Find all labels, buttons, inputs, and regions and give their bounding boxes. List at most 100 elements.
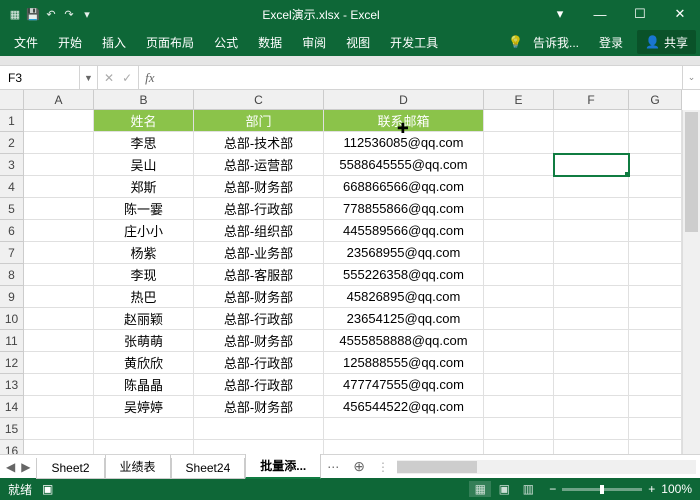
cell-F16[interactable] xyxy=(554,440,629,454)
cell-F11[interactable] xyxy=(554,330,629,352)
cell-A4[interactable] xyxy=(24,176,94,198)
zoom-slider[interactable] xyxy=(562,488,642,491)
ribbon-tab-4[interactable]: 公式 xyxy=(204,28,248,56)
cell-D8[interactable]: 555226358@qq.com xyxy=(324,264,484,286)
cell-A12[interactable] xyxy=(24,352,94,374)
cell-E11[interactable] xyxy=(484,330,554,352)
cell-B9[interactable]: 热巴 xyxy=(94,286,194,308)
ribbon-tab-0[interactable]: 文件 xyxy=(4,28,48,56)
sheet-tab-2[interactable]: Sheet24 xyxy=(171,458,246,479)
cell-E12[interactable] xyxy=(484,352,554,374)
sheet-more-icon[interactable]: ⋯ xyxy=(321,460,345,474)
sheet-nav-next-icon[interactable]: ▶ xyxy=(21,460,30,474)
cell-A8[interactable] xyxy=(24,264,94,286)
row-header-9[interactable]: 9 xyxy=(0,286,24,308)
sheet-tab-3[interactable]: 批量添... xyxy=(245,454,321,479)
cell-C13[interactable]: 总部-行政部 xyxy=(194,374,324,396)
cell-C11[interactable]: 总部-财务部 xyxy=(194,330,324,352)
cell-F9[interactable] xyxy=(554,286,629,308)
cell-E1[interactable] xyxy=(484,110,554,132)
horizontal-scrollbar[interactable] xyxy=(397,460,696,474)
cell-D16[interactable] xyxy=(324,440,484,454)
cell-D2[interactable]: 112536085@qq.com xyxy=(324,132,484,154)
col-header-D[interactable]: D xyxy=(324,90,484,110)
cell-F10[interactable] xyxy=(554,308,629,330)
cell-G4[interactable] xyxy=(629,176,682,198)
cell-F6[interactable] xyxy=(554,220,629,242)
cell-D14[interactable]: 456544522@qq.com xyxy=(324,396,484,418)
cell-D11[interactable]: 4555858888@qq.com xyxy=(324,330,484,352)
cell-A7[interactable] xyxy=(24,242,94,264)
minimize-button[interactable]: — xyxy=(580,0,620,28)
cell-E9[interactable] xyxy=(484,286,554,308)
cell-B10[interactable]: 赵丽颖 xyxy=(94,308,194,330)
row-header-15[interactable]: 15 xyxy=(0,418,24,440)
cell-B8[interactable]: 李现 xyxy=(94,264,194,286)
row-header-1[interactable]: 1 xyxy=(0,110,24,132)
cell-G16[interactable] xyxy=(629,440,682,454)
cell-G6[interactable] xyxy=(629,220,682,242)
cell-E6[interactable] xyxy=(484,220,554,242)
cell-D12[interactable]: 125888555@qq.com xyxy=(324,352,484,374)
cell-F8[interactable] xyxy=(554,264,629,286)
row-header-16[interactable]: 16 xyxy=(0,440,24,454)
row-header-13[interactable]: 13 xyxy=(0,374,24,396)
ribbon-tab-7[interactable]: 视图 xyxy=(336,28,380,56)
row-header-4[interactable]: 4 xyxy=(0,176,24,198)
cell-C2[interactable]: 总部-技术部 xyxy=(194,132,324,154)
cell-B3[interactable]: 吴山 xyxy=(94,154,194,176)
view-page-layout-button[interactable]: ▣ xyxy=(493,481,515,497)
row-header-11[interactable]: 11 xyxy=(0,330,24,352)
cell-G12[interactable] xyxy=(629,352,682,374)
col-header-C[interactable]: C xyxy=(194,90,324,110)
cell-A13[interactable] xyxy=(24,374,94,396)
zoom-in-button[interactable]: + xyxy=(648,482,655,496)
vertical-scroll-thumb[interactable] xyxy=(685,112,698,232)
save-icon[interactable]: 💾 xyxy=(26,7,40,21)
spreadsheet-grid[interactable]: ABCDEFG 12345678910111213141516 姓名部门联系邮箱… xyxy=(0,90,700,454)
cell-D9[interactable]: 45826895@qq.com xyxy=(324,286,484,308)
qat-customize-icon[interactable]: ▾ xyxy=(80,7,94,21)
cell-E8[interactable] xyxy=(484,264,554,286)
cell-E10[interactable] xyxy=(484,308,554,330)
row-header-3[interactable]: 3 xyxy=(0,154,24,176)
cell-A1[interactable] xyxy=(24,110,94,132)
formula-input[interactable] xyxy=(161,66,682,89)
cell-D13[interactable]: 477747555@qq.com xyxy=(324,374,484,396)
cell-B12[interactable]: 黄欣欣 xyxy=(94,352,194,374)
cell-G2[interactable] xyxy=(629,132,682,154)
row-header-8[interactable]: 8 xyxy=(0,264,24,286)
cell-G14[interactable] xyxy=(629,396,682,418)
cell-E15[interactable] xyxy=(484,418,554,440)
tell-me[interactable]: 告诉我... xyxy=(523,28,589,56)
ribbon-options-icon[interactable]: ▾ xyxy=(540,0,580,28)
cell-A6[interactable] xyxy=(24,220,94,242)
cell-A10[interactable] xyxy=(24,308,94,330)
zoom-level[interactable]: 100% xyxy=(661,482,692,496)
cell-B13[interactable]: 陈晶晶 xyxy=(94,374,194,396)
cell-E13[interactable] xyxy=(484,374,554,396)
cell-A11[interactable] xyxy=(24,330,94,352)
col-header-F[interactable]: F xyxy=(554,90,629,110)
fx-button[interactable]: fx xyxy=(139,70,160,86)
cell-F1[interactable] xyxy=(554,110,629,132)
view-normal-button[interactable]: ▦ xyxy=(469,481,491,497)
cell-A15[interactable] xyxy=(24,418,94,440)
cell-C5[interactable]: 总部-行政部 xyxy=(194,198,324,220)
row-header-14[interactable]: 14 xyxy=(0,396,24,418)
row-header-6[interactable]: 6 xyxy=(0,220,24,242)
cell-E3[interactable] xyxy=(484,154,554,176)
col-header-E[interactable]: E xyxy=(484,90,554,110)
row-header-10[interactable]: 10 xyxy=(0,308,24,330)
view-page-break-button[interactable]: ▥ xyxy=(517,481,539,497)
ribbon-tab-3[interactable]: 页面布局 xyxy=(136,28,204,56)
cell-B11[interactable]: 张萌萌 xyxy=(94,330,194,352)
cell-C9[interactable]: 总部-财务部 xyxy=(194,286,324,308)
cell-D4[interactable]: 668866566@qq.com xyxy=(324,176,484,198)
name-box[interactable]: F3 xyxy=(0,66,80,89)
cell-F12[interactable] xyxy=(554,352,629,374)
ribbon-tab-6[interactable]: 审阅 xyxy=(292,28,336,56)
cell-F5[interactable] xyxy=(554,198,629,220)
cell-B14[interactable]: 吴婷婷 xyxy=(94,396,194,418)
cell-C8[interactable]: 总部-客服部 xyxy=(194,264,324,286)
